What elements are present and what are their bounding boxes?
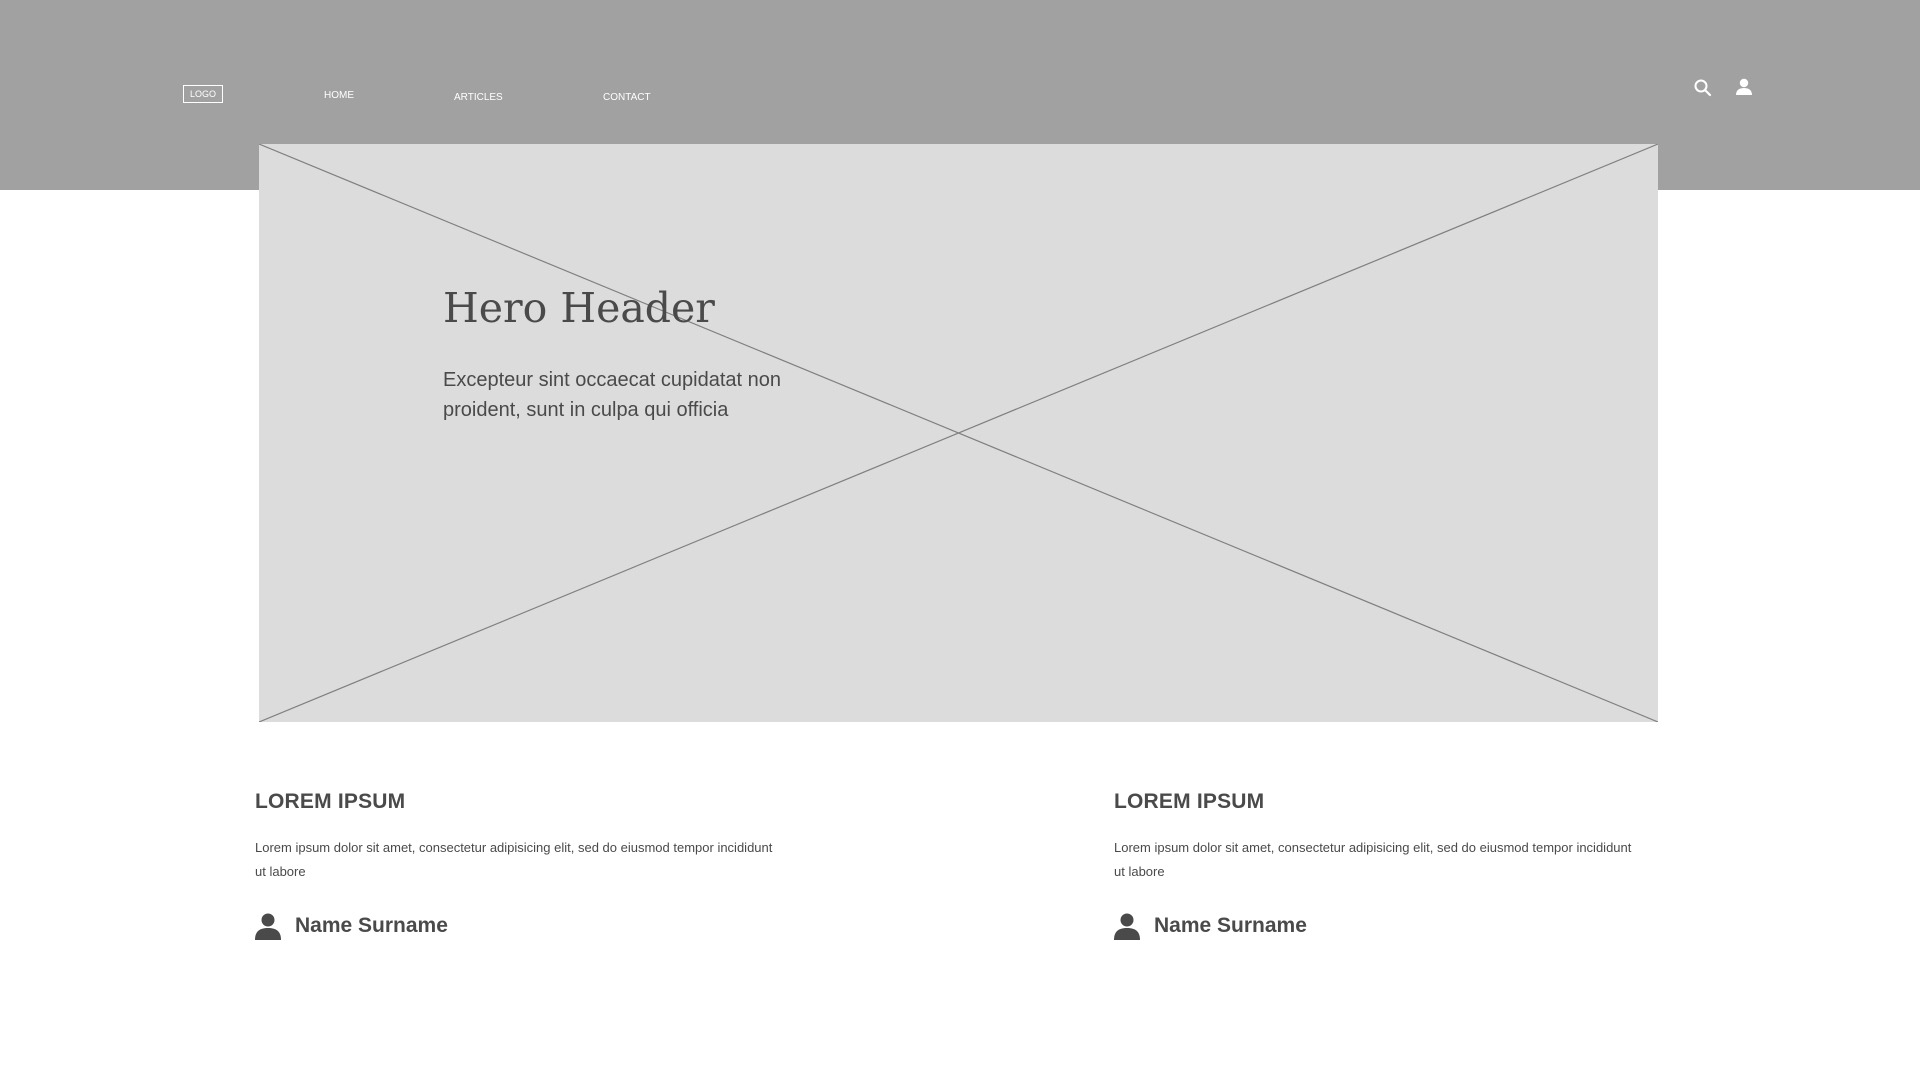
- card-title[interactable]: LOREM IPSUM: [1114, 790, 1654, 814]
- hero-description: Excepteur sint occaecat cupidatat non pr…: [443, 369, 781, 421]
- placeholder-cross: [259, 144, 1658, 722]
- nav-link-contact[interactable]: CONTACT: [603, 92, 651, 103]
- author-name: Name Surname: [295, 914, 448, 937]
- article-card[interactable]: LOREM IPSUM Lorem ipsum dolor sit amet, …: [1114, 790, 1654, 940]
- user-icon: [1114, 912, 1140, 940]
- user-icon: [255, 912, 281, 940]
- card-excerpt: Lorem ipsum dolor sit amet, consectetur …: [1114, 840, 1632, 879]
- nav-link-home[interactable]: HOME: [324, 90, 354, 101]
- author-name: Name Surname: [1154, 914, 1307, 937]
- article-card[interactable]: LOREM IPSUM Lorem ipsum dolor sit amet, …: [255, 790, 795, 940]
- search-icon[interactable]: [1693, 78, 1713, 98]
- card-author: Name Surname: [1114, 912, 1654, 940]
- card-author: Name Surname: [255, 912, 795, 940]
- nav-link-articles[interactable]: ARTICLES: [454, 92, 503, 103]
- logo[interactable]: LOGO: [183, 85, 223, 103]
- hero-image-placeholder: Hero Header Excepteur sint occaecat cupi…: [259, 144, 1658, 722]
- user-icon[interactable]: [1734, 77, 1754, 97]
- card-title[interactable]: LOREM IPSUM: [255, 790, 795, 814]
- hero-title: Hero Header: [443, 284, 715, 332]
- card-excerpt: Lorem ipsum dolor sit amet, consectetur …: [255, 840, 773, 879]
